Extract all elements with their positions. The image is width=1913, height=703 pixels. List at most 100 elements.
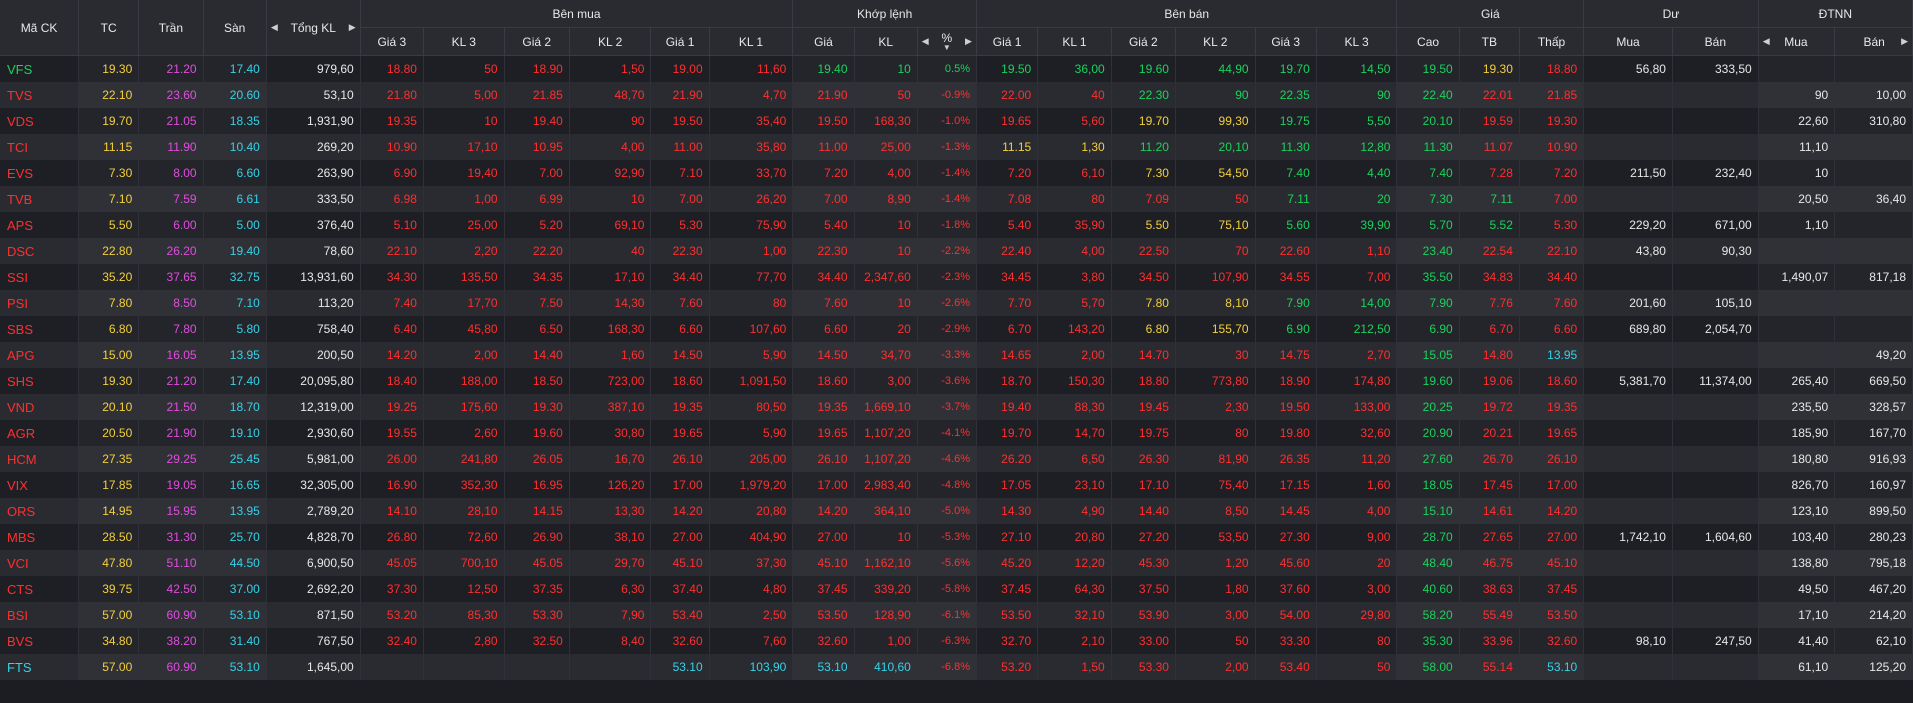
symbol-cell[interactable]: VFS bbox=[0, 55, 80, 82]
avg-price-cell: 38.63 bbox=[1459, 576, 1520, 602]
symbol-cell[interactable]: VCI bbox=[0, 550, 80, 576]
high-header[interactable]: Cao bbox=[1396, 27, 1460, 56]
symbol-cell[interactable]: AGR bbox=[0, 420, 80, 446]
foreign-buy-header[interactable]: ◀ Mua bbox=[1758, 27, 1836, 56]
sell-price2-header[interactable]: Giá 2 bbox=[1111, 27, 1176, 56]
buy-vol1-header[interactable]: KL 1 bbox=[709, 27, 794, 56]
floor-price-cell: 19.10 bbox=[203, 420, 267, 446]
symbol-cell[interactable]: EVS bbox=[0, 160, 80, 186]
symbol-cell[interactable]: APS bbox=[0, 212, 80, 238]
ceiling-price-cell: 51.10 bbox=[138, 550, 204, 576]
high-price-cell: 23.40 bbox=[1396, 238, 1460, 264]
table-row[interactable]: AGR 20.50 21.90 19.10 2,930,60 19.55 2,60 19.60… bbox=[0, 420, 1913, 446]
symbol-cell[interactable]: BVS bbox=[0, 628, 80, 654]
table-row[interactable]: APG 15.00 16.05 13.95 200,50 14.20 2,00 14.40 1,… bbox=[0, 342, 1913, 368]
floor-price-cell: 6.61 bbox=[203, 186, 267, 212]
table-row[interactable]: VND 20.10 21.50 18.70 12,319,00 19.25 175,60 19… bbox=[0, 394, 1913, 420]
match-left-icon[interactable]: ◀ bbox=[922, 36, 929, 47]
table-row[interactable]: APS 5.50 6.00 5.00 376,40 5.10 25,00 5.20 69,10 5… bbox=[0, 212, 1913, 238]
symbol-cell[interactable]: DSC bbox=[0, 238, 80, 264]
table-row[interactable]: SHS 19.30 21.20 17.40 20,095,80 18.40 188,00 18… bbox=[0, 368, 1913, 394]
match-vol-header[interactable]: KL bbox=[854, 27, 918, 56]
scroll-right-icon[interactable]: ▶ bbox=[349, 22, 356, 33]
buy-price3-header[interactable]: Giá 3 bbox=[360, 27, 424, 56]
buy-price1-cell: 14.20 bbox=[650, 498, 710, 524]
sell-price2-cell: 33.00 bbox=[1111, 628, 1176, 654]
sort-control[interactable]: % ▼ bbox=[942, 32, 953, 52]
symbol-cell[interactable]: SHS bbox=[0, 368, 80, 394]
symbol-cell[interactable]: FTS bbox=[0, 654, 80, 680]
floor-price-cell: 32.75 bbox=[203, 264, 267, 290]
table-row[interactable]: VFS 19.30 21.20 17.40 979,60 18.80 50 18.90 1,50… bbox=[0, 55, 1913, 82]
avg-price-cell: 14.61 bbox=[1459, 498, 1520, 524]
table-row[interactable]: PSI 7.80 8.50 7.10 113,20 7.40 17,70 7.50 14,30 7… bbox=[0, 290, 1913, 316]
buy-vol3-cell: 2,60 bbox=[423, 420, 505, 446]
table-row[interactable]: TCI 11.15 11.90 10.40 269,20 10.90 17,10 10.95 4… bbox=[0, 134, 1913, 160]
col-floor-header[interactable]: Sàn bbox=[203, 0, 267, 56]
symbol-cell[interactable]: APG bbox=[0, 342, 80, 368]
buy-price2-header[interactable]: Giá 2 bbox=[504, 27, 570, 56]
symbol-cell[interactable]: VIX bbox=[0, 472, 80, 498]
table-row[interactable]: VDS 19.70 21.05 18.35 1,931,90 19.35 10 19.40 90… bbox=[0, 108, 1913, 134]
table-row[interactable]: BSI 57.00 60.90 53.10 871,50 53.20 85,30 53.30 7… bbox=[0, 602, 1913, 628]
symbol-cell[interactable]: HCM bbox=[0, 446, 80, 472]
symbol-cell[interactable]: PSI bbox=[0, 290, 80, 316]
symbol-cell[interactable]: BSI bbox=[0, 602, 80, 628]
low-header[interactable]: Thấp bbox=[1519, 27, 1585, 56]
scroll-left-icon[interactable]: ◀ bbox=[271, 22, 278, 33]
sell-vol3-header[interactable]: KL 3 bbox=[1316, 27, 1398, 56]
symbol-cell[interactable]: SSI bbox=[0, 264, 80, 290]
foreign-left-icon[interactable]: ◀ bbox=[1763, 36, 1770, 47]
remain-buy-header[interactable]: Mua bbox=[1583, 27, 1673, 56]
match-price-header[interactable]: Giá bbox=[792, 27, 855, 56]
symbol-cell[interactable]: TVB bbox=[0, 186, 80, 212]
table-row[interactable]: MBS 28.50 31.30 25.70 4,828,70 26.80 72,60 26.9… bbox=[0, 524, 1913, 550]
sell-price3-header[interactable]: Giá 3 bbox=[1255, 27, 1317, 56]
sell-vol1-cell: 2,00 bbox=[1037, 342, 1112, 368]
sell-vol3-cell: 20 bbox=[1316, 550, 1398, 576]
symbol-cell[interactable]: VDS bbox=[0, 108, 80, 134]
col-symbol-header[interactable]: Mã CK bbox=[0, 0, 80, 56]
table-row[interactable]: VIX 17.85 19.05 16.65 32,305,00 16.90 352,30 16… bbox=[0, 472, 1913, 498]
symbol-cell[interactable]: MBS bbox=[0, 524, 80, 550]
table-row[interactable]: VCI 47.80 51.10 44.50 6,900,50 45.05 700,10 45.… bbox=[0, 550, 1913, 576]
sell-price1-header[interactable]: Giá 1 bbox=[976, 27, 1039, 56]
col-total-volume-header[interactable]: ◀ Tổng KL ▶ bbox=[266, 0, 361, 56]
table-row[interactable]: TVS 22.10 23.60 20.60 53,10 21.80 5,00 21.85 48,… bbox=[0, 82, 1913, 108]
remain-sell-cell: 232,40 bbox=[1672, 160, 1759, 186]
foreign-sell-header[interactable]: Bán ▶ bbox=[1834, 27, 1913, 56]
remain-sell-header[interactable]: Bán bbox=[1672, 27, 1759, 56]
floor-price-cell: 13.95 bbox=[203, 498, 267, 524]
avg-header[interactable]: TB bbox=[1459, 27, 1520, 56]
remain-sell-cell bbox=[1672, 654, 1759, 680]
table-row[interactable]: DSC 22.80 26.20 19.40 78,60 22.10 2,20 22.20 40 2… bbox=[0, 238, 1913, 264]
symbol-cell[interactable]: TCI bbox=[0, 134, 80, 160]
table-row[interactable]: CTS 39.75 42.50 37.00 2,692,20 37.30 12,50 37.3… bbox=[0, 576, 1913, 602]
symbol-cell[interactable]: ORS bbox=[0, 498, 80, 524]
col-ref-header[interactable]: TC bbox=[78, 0, 140, 56]
foreign-right-icon[interactable]: ▶ bbox=[1901, 36, 1908, 47]
table-row[interactable]: SSI 35.20 37.65 32.75 13,931,60 34.30 135,50 34… bbox=[0, 264, 1913, 290]
table-row[interactable]: BVS 34.80 38.20 31.40 767,50 32.40 2,80 32.50 8,… bbox=[0, 628, 1913, 654]
total-volume-cell: 269,20 bbox=[266, 134, 361, 160]
symbol-cell[interactable]: VND bbox=[0, 394, 80, 420]
buy-price3-cell: 21.80 bbox=[360, 82, 424, 108]
buy-vol2-header[interactable]: KL 2 bbox=[569, 27, 652, 56]
symbol-cell[interactable]: TVS bbox=[0, 82, 80, 108]
symbol-cell[interactable]: SBS bbox=[0, 316, 80, 342]
table-row[interactable]: FTS 57.00 60.90 53.10 1,645,00 53.10 103,90 53.… bbox=[0, 654, 1913, 680]
col-ceiling-header[interactable]: Trần bbox=[138, 0, 204, 56]
table-row[interactable]: ORS 14.95 15.95 13.95 2,789,20 14.10 28,10 14.1… bbox=[0, 498, 1913, 524]
table-row[interactable]: EVS 7.30 8.00 6.60 263,90 6.90 19,40 7.00 92,90 7… bbox=[0, 160, 1913, 186]
table-row[interactable]: HCM 27.35 29.25 25.45 5,981,00 26.00 241,80 26.… bbox=[0, 446, 1913, 472]
match-pct-header[interactable]: ◀ % ▼ ▶ bbox=[917, 27, 977, 56]
table-row[interactable]: TVB 7.10 7.59 6.61 333,50 6.98 1,00 6.99 10 7.00 2… bbox=[0, 186, 1913, 212]
table-row[interactable]: SBS 6.80 7.80 5.80 758,40 6.40 45,80 6.50 168,30… bbox=[0, 316, 1913, 342]
match-right-icon[interactable]: ▶ bbox=[965, 36, 972, 47]
sell-vol1-header[interactable]: KL 1 bbox=[1037, 27, 1112, 56]
buy-vol3-header[interactable]: KL 3 bbox=[423, 27, 505, 56]
sell-vol2-header[interactable]: KL 2 bbox=[1175, 27, 1256, 56]
symbol-cell[interactable]: CTS bbox=[0, 576, 80, 602]
buy-price1-cell: 19.65 bbox=[650, 420, 710, 446]
buy-price1-header[interactable]: Giá 1 bbox=[650, 27, 710, 56]
